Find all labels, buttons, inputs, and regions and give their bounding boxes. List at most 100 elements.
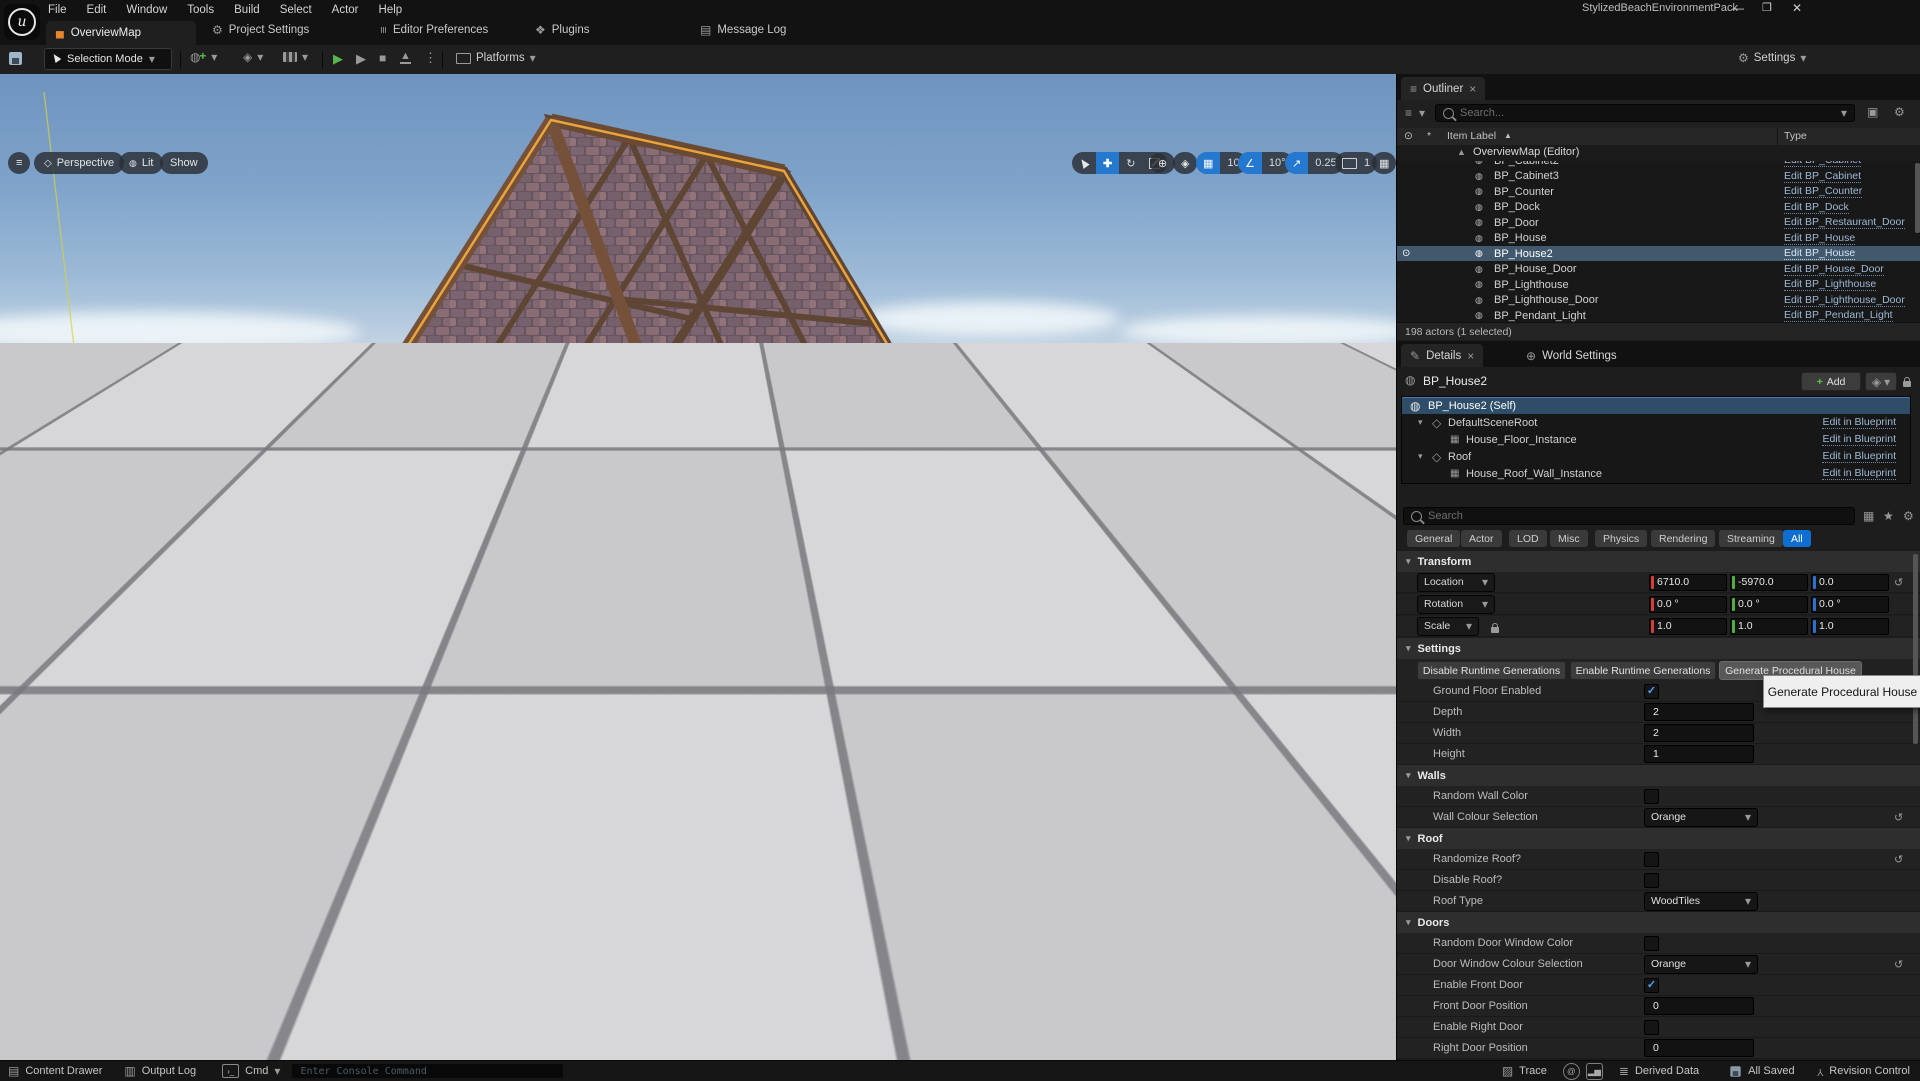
cinematics-button[interactable]: ▾ [283, 51, 308, 63]
filter-misc[interactable]: Misc [1550, 530, 1588, 547]
blueprint-edit-menu-button[interactable]: ◈ ▾ [1865, 372, 1897, 391]
filter-general[interactable]: General [1407, 530, 1461, 547]
ground-floor-enabled-checkbox[interactable] [1644, 683, 1659, 699]
derived-data-button[interactable]: ≣ Derived Data [1619, 1065, 1699, 1077]
height-field[interactable]: 1 [1644, 745, 1754, 763]
random-door-window-color-checkbox[interactable] [1644, 935, 1659, 951]
close-icon[interactable]: × [1469, 83, 1476, 95]
scale-y-field[interactable]: 1.0 [1730, 617, 1808, 635]
location-x-field[interactable]: 6710.0 [1649, 573, 1727, 591]
wall-colour-dropdown[interactable]: Orange ▾ [1644, 807, 1758, 827]
rotation-dropdown[interactable]: Rotation ▾ [1417, 594, 1495, 614]
close-button[interactable]: ✕ [1792, 1, 1802, 15]
outliner-row[interactable]: ◍ BP_Pendant_Light Edit BP_Pendant_Light [1397, 308, 1920, 322]
component-row[interactable]: ▦ House_Roof_Wall_Instance Edit in Bluep… [1402, 465, 1910, 482]
outliner-row[interactable]: ◍ BP_Cabinet3 Edit BP_Cabinet [1397, 169, 1920, 184]
play-button[interactable]: ▶ [333, 51, 343, 67]
details-scrollbar[interactable] [1913, 554, 1918, 744]
trace-button[interactable]: ▨ Trace [1502, 1065, 1547, 1077]
edit-in-blueprint-link[interactable]: Edit in Blueprint [1822, 416, 1896, 429]
tab-details[interactable]: ✎ Details × [1401, 344, 1484, 367]
filter-actor[interactable]: Actor [1461, 530, 1502, 547]
tab-world-settings[interactable]: ⊕ World Settings [1517, 344, 1626, 367]
details-settings-gear-icon[interactable]: ⚙ [1903, 510, 1914, 522]
outliner-row[interactable]: ◍ BP_Door Edit BP_Restaurant_Door [1397, 215, 1920, 230]
all-saved-button[interactable]: All Saved [1729, 1065, 1795, 1078]
eye-icon[interactable]: ⊙ [1402, 248, 1410, 259]
lock-icon[interactable] [1903, 374, 1911, 392]
edit-in-blueprint-link[interactable]: Edit in Blueprint [1822, 467, 1896, 480]
world-space-button[interactable]: ⊕ [1150, 152, 1176, 174]
door-window-colour-dropdown[interactable]: Orange ▾ [1644, 954, 1758, 974]
content-drawer-button[interactable]: ▤ Content Drawer [8, 1065, 102, 1077]
rotation-y-field[interactable]: 0.0 ° [1730, 595, 1808, 613]
edit-in-blueprint-link[interactable]: Edit in Blueprint [1822, 450, 1896, 463]
filter-streaming[interactable]: Streaming [1719, 530, 1783, 547]
outliner-row[interactable]: ◍ BP_Counter Edit BP_Counter [1397, 184, 1920, 199]
component-row[interactable]: ▾ ◇ Roof Edit in Blueprint [1402, 448, 1910, 465]
outliner-row[interactable]: ◍ BP_Lighthouse Edit BP_Lighthouse [1397, 277, 1920, 292]
details-search-input[interactable]: Search [1403, 507, 1855, 525]
menu-window[interactable]: Window [116, 1, 177, 19]
camera-icon[interactable] [1335, 152, 1364, 174]
minimize-button[interactable]: — [1732, 1, 1744, 15]
section-doors[interactable]: ▾ Doors [1397, 912, 1920, 934]
message-log-button[interactable]: ▤ Message Log [700, 24, 786, 36]
pin-column-icon[interactable]: * [1427, 130, 1431, 142]
disable-roof-checkbox[interactable] [1644, 872, 1659, 888]
enable-runtime-generations-button[interactable]: Enable Runtime Generations [1570, 661, 1716, 680]
editor-preferences-button[interactable]: ≡ Editor Preferences [377, 24, 489, 36]
enable-front-door-checkbox[interactable] [1644, 977, 1659, 993]
rotate-tool-button[interactable]: ↻ [1119, 152, 1142, 174]
roof-type-dropdown[interactable]: WoodTiles ▾ [1644, 891, 1758, 911]
scale-lock-icon[interactable] [1491, 620, 1499, 638]
platforms-button[interactable]: Platforms ▾ [456, 52, 536, 64]
angle-snap-button[interactable]: ∠ [1238, 152, 1262, 174]
select-tool-button[interactable] [1072, 152, 1096, 174]
menu-actor[interactable]: Actor [322, 1, 369, 19]
location-z-field[interactable]: 0.0 [1811, 573, 1889, 591]
outliner-root-row[interactable]: ▲ OverviewMap (Editor) [1397, 145, 1920, 161]
reset-icon[interactable]: ↺ [1894, 958, 1903, 971]
editor-mode-select[interactable]: Selection Mode ▾ [44, 48, 172, 70]
surface-snap-button[interactable]: ◈ [1173, 152, 1198, 174]
grid-snap-button[interactable]: ▦ [1196, 152, 1221, 174]
viewport-3d[interactable]: ≡ ◇ Perspective ◍ Lit Show ✚ ↻ ⊕ ◈ ▦ 10 … [0, 74, 1396, 1060]
outliner-row[interactable]: ◍BP_Cabinet2Edit BP_Cabinet [1397, 161, 1920, 168]
insights-icon[interactable]: @ [1562, 1062, 1580, 1080]
component-row[interactable]: ▾ ◇ DefaultSceneRoot Edit in Blueprint [1402, 414, 1910, 431]
eye-column-icon[interactable]: ⊙ [1404, 130, 1413, 142]
stop-button[interactable]: ■ [379, 51, 386, 65]
filter-lod[interactable]: LOD [1509, 530, 1547, 547]
menu-select[interactable]: Select [270, 1, 322, 19]
width-field[interactable]: 2 [1644, 724, 1754, 742]
save-icon[interactable] [9, 52, 22, 70]
reset-icon[interactable]: ↺ [1894, 853, 1903, 866]
randomize-roof-checkbox[interactable] [1644, 851, 1659, 867]
maximize-viewport-button[interactable]: ▦ [1372, 152, 1396, 174]
right-door-position-field[interactable]: 0 [1644, 1039, 1754, 1057]
component-row[interactable]: ▦ House_Floor_Instance Edit in Blueprint [1402, 431, 1910, 448]
section-transform[interactable]: ▾ Transform [1397, 551, 1920, 573]
rotation-z-field[interactable]: 0.0 ° [1811, 595, 1889, 613]
outliner-scrollbar[interactable] [1915, 163, 1920, 233]
menu-help[interactable]: Help [369, 1, 413, 19]
front-door-position-field[interactable]: 0 [1644, 997, 1754, 1015]
outliner-settings-gear-icon[interactable]: ⚙ [1894, 106, 1905, 118]
outliner-row-selected[interactable]: ⊙ ◍ BP_House2 Edit BP_House [1397, 246, 1920, 261]
reset-icon[interactable]: ↺ [1894, 811, 1903, 824]
scale-z-field[interactable]: 1.0 [1811, 617, 1889, 635]
cmd-dropdown[interactable]: ›_ Cmd ▾ [222, 1064, 280, 1078]
show-menu-button[interactable]: Show [160, 152, 208, 174]
expander-icon[interactable]: ▾ [1418, 418, 1423, 427]
filter-rendering[interactable]: Rendering [1651, 530, 1716, 547]
add-actor-button[interactable]: ◍ + ▾ [190, 51, 217, 63]
chevron-down-icon[interactable]: ▾ [1419, 107, 1425, 119]
component-row-selected[interactable]: ◍ BP_House2 (Self) [1402, 397, 1910, 414]
restore-button[interactable]: ❐ [1762, 1, 1772, 14]
outliner-row[interactable]: ◍ BP_Lighthouse_Door Edit BP_Lighthouse_Do… [1397, 293, 1920, 308]
new-folder-icon[interactable]: ▣ [1867, 106, 1878, 118]
lit-mode-button[interactable]: ◍ Lit [119, 152, 164, 174]
depth-field[interactable]: 2 [1644, 703, 1754, 721]
section-walls[interactable]: ▾ Walls [1397, 765, 1920, 787]
